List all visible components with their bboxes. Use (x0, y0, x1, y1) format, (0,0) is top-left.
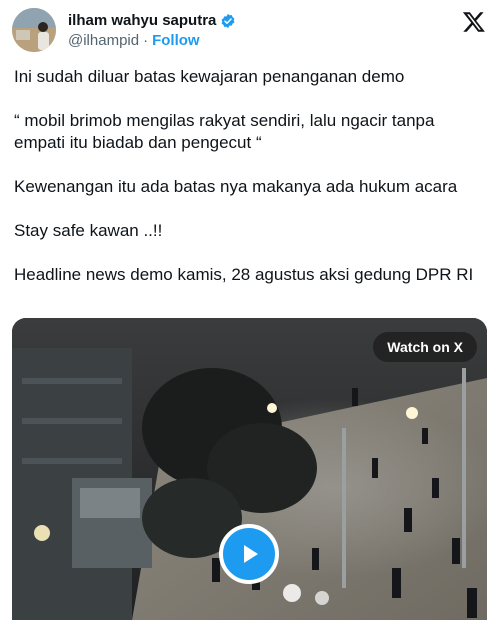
tweet-paragraph-3: Kewenangan itu ada batas nya makanya ada… (14, 177, 458, 196)
tweet-header: ilham wahyu saputra @ilhampid · Follow (12, 8, 488, 56)
tweet-text: Ini sudah diluar batas kewajaran penanga… (14, 66, 484, 286)
verified-badge-icon (220, 13, 236, 29)
tweet-paragraph-4: Stay safe kawan ..!! (14, 221, 163, 240)
tweet-paragraph-1: Ini sudah diluar batas kewajaran penanga… (14, 67, 405, 86)
video-thumbnail[interactable]: Watch on X (12, 318, 487, 620)
watch-on-x-button[interactable]: Watch on X (373, 332, 477, 362)
display-name[interactable]: ilham wahyu saputra (68, 12, 216, 29)
follow-button[interactable]: Follow (152, 32, 200, 49)
tweet-paragraph-5: Headline news demo kamis, 28 agustus aks… (14, 265, 474, 284)
x-logo-icon[interactable] (462, 10, 486, 34)
name-row: ilham wahyu saputra (68, 12, 236, 29)
handle-row: @ilhampid · Follow (68, 32, 200, 49)
play-button[interactable] (219, 524, 279, 584)
avatar[interactable] (12, 8, 56, 52)
play-icon (244, 545, 258, 563)
handle[interactable]: @ilhampid (68, 32, 139, 49)
tweet-paragraph-2: “ mobil brimob mengilas rakyat sendiri, … (14, 111, 435, 152)
separator: · (143, 32, 149, 49)
